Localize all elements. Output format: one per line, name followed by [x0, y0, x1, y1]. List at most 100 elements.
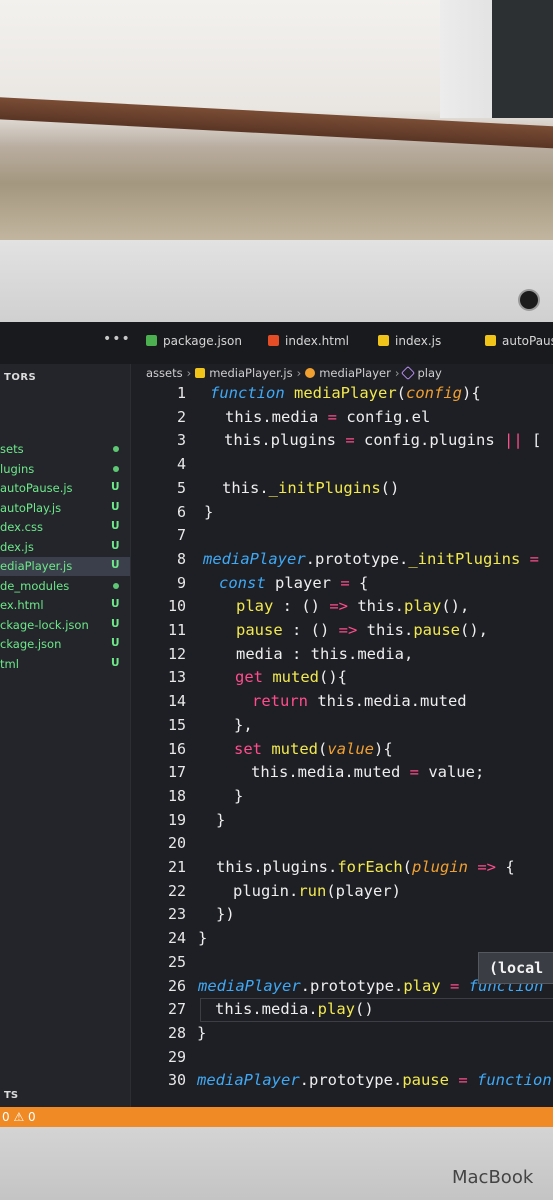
line-number: 12 — [167, 644, 186, 663]
code-line[interactable]: 22 plugin.run(player) — [130, 880, 553, 904]
code-text: } — [234, 786, 244, 805]
code-line[interactable]: 3 this.plugins = config.plugins || [ — [130, 429, 553, 453]
code-line[interactable]: 13 get muted(){ — [130, 666, 553, 690]
sidebar-file-name: ediaPlayer.js — [0, 559, 73, 573]
code-line[interactable]: 6} — [130, 501, 553, 525]
code-editor[interactable]: 1 function mediaPlayer(config){2 this.medi… — [130, 382, 553, 1112]
code-line[interactable]: 1 function mediaPlayer(config){ — [130, 382, 553, 406]
git-status-badge: U — [111, 481, 120, 493]
code-line[interactable]: 16 set muted(value){ — [130, 738, 553, 762]
line-number: 9 — [176, 573, 186, 592]
sidebar-file-item[interactable]: ediaPlayer.js U — [0, 557, 130, 576]
code-text: mediaPlayer.prototype.pause = function — [197, 1071, 552, 1090]
line-number: 20 — [167, 834, 186, 853]
line-number: 3 — [176, 431, 186, 450]
js-file-icon — [485, 335, 496, 346]
git-status-badge: U — [111, 559, 120, 571]
sidebar-file-item[interactable]: autoPause.js U — [0, 479, 130, 498]
code-line[interactable]: 17 this.media.muted = value; — [130, 761, 553, 785]
breadcrumb-item[interactable]: mediaPlayer — [319, 366, 391, 380]
sidebar-file-item[interactable]: autoPlay.js U — [0, 499, 130, 518]
code-text: function mediaPlayer(config){ — [210, 384, 481, 402]
code-line[interactable]: 28} — [130, 1022, 553, 1046]
code-line[interactable]: 14 return this.media.muted — [130, 690, 553, 714]
sidebar-file-item[interactable]: dex.js U — [0, 538, 130, 557]
code-line[interactable]: 29 — [130, 1046, 553, 1070]
code-line[interactable]: 15}, — [130, 714, 553, 738]
code-line[interactable]: 4 — [130, 453, 553, 477]
sidebar-file-name: dex.css — [0, 520, 43, 534]
git-modified-dot-icon — [113, 582, 119, 589]
laptop-top-bezel — [0, 240, 553, 322]
tab-package-json[interactable]: package.json — [146, 334, 242, 348]
tab-index-html[interactable]: index.html — [268, 334, 349, 348]
sidebar-file-item[interactable]: ex.html U — [0, 596, 130, 615]
code-line[interactable]: 12 media : this.media, — [130, 643, 553, 667]
sidebar-bottom-section[interactable]: TS — [4, 1090, 18, 1101]
line-number: 17 — [167, 763, 186, 782]
sidebar-file-item[interactable]: de_modules — [0, 577, 130, 596]
code-line[interactable]: 20 — [130, 832, 553, 856]
sidebar-file-item[interactable]: dex.css U — [0, 518, 130, 537]
code-text: this._initPlugins() — [222, 478, 400, 497]
tab-index-js[interactable]: index.js — [378, 334, 441, 348]
line-number: 29 — [167, 1047, 186, 1066]
chevron-right-icon: › — [394, 366, 400, 380]
tab-label: autoPaus — [502, 334, 553, 348]
chevron-right-icon: › — [186, 366, 192, 380]
line-number: 15 — [167, 715, 186, 734]
brand-label: MacBook — [452, 1167, 534, 1188]
code-line[interactable]: 7 — [130, 524, 553, 548]
chevron-right-icon: › — [296, 366, 302, 380]
sidebar-file-item[interactable]: tml U — [0, 655, 130, 674]
code-line[interactable]: 11 pause : () => this.pause(), — [130, 619, 553, 643]
background-wall — [0, 0, 553, 245]
breadcrumb-item[interactable]: mediaPlayer.js — [209, 366, 292, 380]
sidebar-file-name: ex.html — [0, 598, 44, 612]
sidebar-file-item[interactable]: lugins — [0, 460, 130, 479]
line-number: 6 — [176, 502, 186, 521]
code-line[interactable]: 23}) — [130, 903, 553, 927]
code-text: mediaPlayer.prototype._initPlugins = — [203, 549, 539, 568]
sidebar-file-item[interactable]: ckage-lock.json U — [0, 616, 130, 635]
sidebar-file-item[interactable]: sets — [0, 440, 130, 459]
code-line[interactable]: 18} — [130, 785, 553, 809]
breadcrumb-item[interactable]: assets — [146, 366, 183, 380]
code-line[interactable]: 2 this.media = config.el — [130, 406, 553, 430]
sidebar-file-name: sets — [0, 442, 24, 456]
breadcrumb-item[interactable]: play — [417, 366, 441, 380]
code-line[interactable]: 30 mediaPlayer.prototype.pause = function — [130, 1069, 553, 1093]
code-line[interactable]: 10 play : () => this.play(), — [130, 595, 553, 619]
tab-label: index.js — [395, 334, 442, 348]
code-line[interactable]: 5 this._initPlugins() — [130, 477, 553, 501]
line-number: 13 — [167, 668, 186, 687]
line-number: 16 — [167, 739, 186, 758]
js-file-icon — [195, 368, 206, 378]
explorer-sidebar: TORS sets lugins autoPause.js UautoPlay.js U… — [0, 364, 131, 1109]
sidebar-file-name: ckage-lock.json — [0, 617, 89, 632]
sidebar-file-item[interactable]: ckage.json U — [0, 635, 130, 654]
problems-indicator[interactable]: 0 ⚠ 0 — [2, 1110, 36, 1124]
hover-tooltip-text: (local — [489, 959, 544, 977]
code-line[interactable]: 8 mediaPlayer.prototype._initPlugins = — [130, 548, 553, 572]
git-status-badge: U — [111, 598, 120, 610]
sidebar-file-name: ckage.json — [0, 637, 62, 651]
code-line[interactable]: 21 this.plugins.forEach(plugin => { — [130, 856, 553, 880]
code-line[interactable]: 24} — [130, 927, 553, 951]
tab-autopause-js[interactable]: autoPaus — [485, 334, 553, 348]
code-line[interactable]: 27 this.media.play() — [130, 998, 553, 1023]
line-number: 11 — [167, 621, 186, 639]
code-text: } — [204, 502, 214, 521]
code-line[interactable]: 19} — [130, 809, 553, 833]
git-status-badge: U — [111, 617, 120, 630]
webcam — [520, 291, 538, 309]
sidebar-file-name: tml — [0, 656, 19, 671]
line-number: 7 — [176, 526, 186, 545]
git-status-badge: U — [111, 539, 120, 552]
sidebar-file-name: dex.js — [0, 539, 34, 554]
line-number: 23 — [167, 905, 186, 924]
hover-tooltip: (local — [478, 952, 553, 984]
code-text: } — [216, 810, 226, 829]
code-line[interactable]: 9 const player = { — [130, 572, 553, 596]
tab-overflow-icon[interactable]: ••• — [103, 331, 131, 347]
